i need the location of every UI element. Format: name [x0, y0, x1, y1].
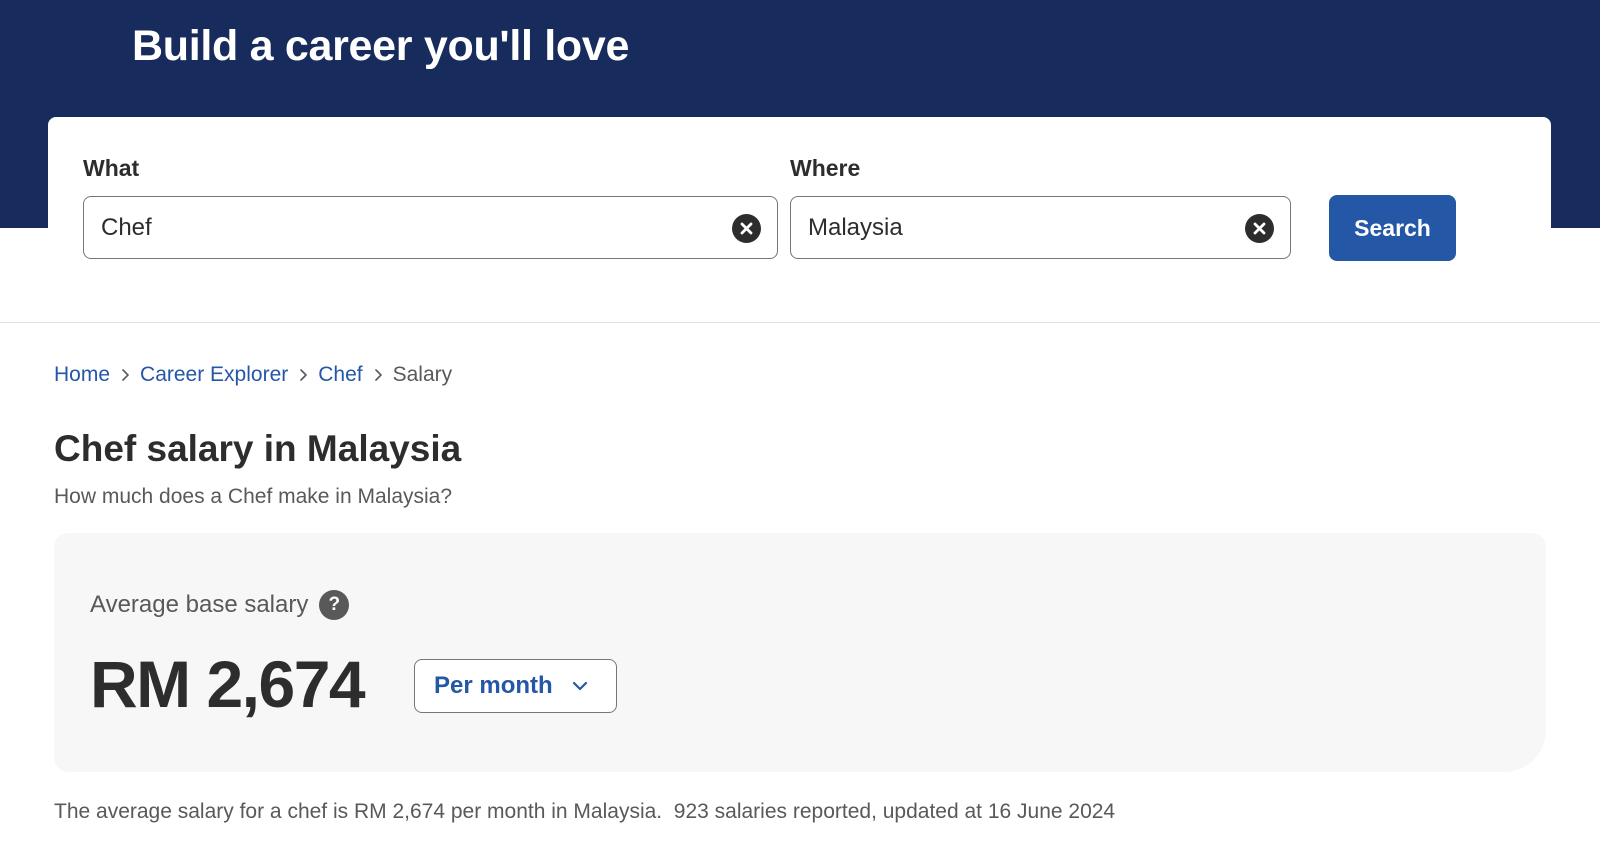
page-title: Chef salary in Malaysia: [54, 428, 462, 469]
clear-what-icon[interactable]: [732, 214, 761, 243]
what-label: What: [83, 155, 140, 181]
search-button[interactable]: Search: [1329, 195, 1456, 261]
help-icon[interactable]: ?: [319, 590, 350, 620]
what-input-value[interactable]: Chef: [101, 197, 152, 258]
chevron-right-icon: [374, 369, 382, 381]
period-label[interactable]: Per month: [434, 672, 553, 700]
divider: [0, 322, 1600, 323]
search-panel: What Chef Where Malaysia Search: [48, 117, 1551, 322]
chevron-down-icon: [572, 681, 587, 691]
salary-summary: The average salary for a chef is RM 2,67…: [54, 800, 1116, 823]
clear-where-icon[interactable]: [1245, 214, 1274, 243]
hero-title: Build a career you'll love: [132, 22, 630, 70]
where-label: Where: [790, 155, 861, 181]
breadcrumb-home[interactable]: Home: [54, 363, 110, 387]
where-input-value[interactable]: Malaysia: [808, 197, 903, 258]
breadcrumb-chef[interactable]: Chef: [318, 363, 362, 387]
breadcrumb-career-explorer[interactable]: Career Explorer: [140, 363, 288, 387]
what-input[interactable]: Chef: [83, 196, 778, 259]
breadcrumb-current: Salary: [392, 363, 453, 386]
chevron-right-icon: [122, 369, 129, 381]
salary-amount: RM 2,674: [90, 647, 366, 721]
average-salary-heading: Average base salary ?: [90, 590, 350, 620]
where-input[interactable]: Malaysia: [790, 196, 1291, 259]
chevron-right-icon: [300, 369, 308, 381]
period-dropdown[interactable]: Per month: [414, 659, 617, 713]
breadcrumb: Home Career Explorer Chef Salary: [54, 363, 452, 387]
salary-card: Average base salary ? RM 2,674 Per month: [54, 533, 1546, 772]
average-salary-label: Average base salary: [90, 591, 309, 618]
page-subtitle: How much does a Chef make in Malaysia?: [54, 485, 453, 508]
